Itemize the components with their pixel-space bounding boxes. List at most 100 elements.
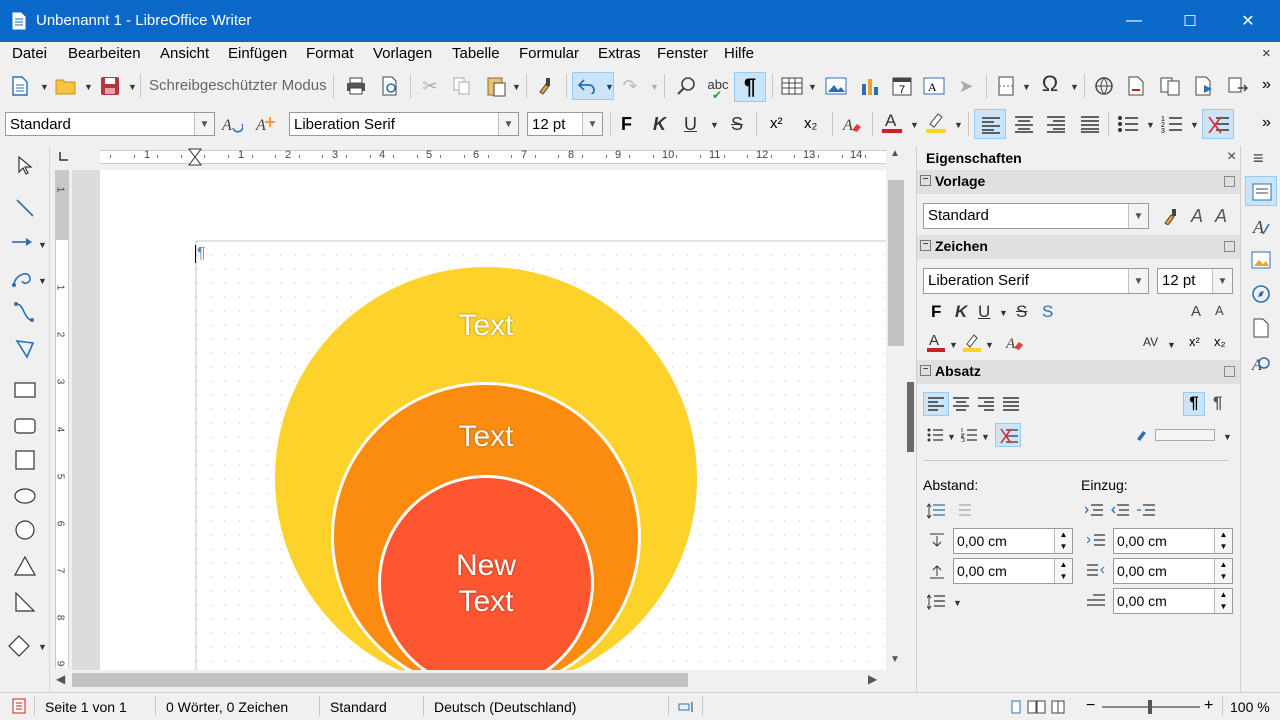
menu-fenster[interactable]: Fenster <box>657 45 708 62</box>
sidebar-italic-button[interactable]: K <box>955 302 967 322</box>
menu-ansicht[interactable]: Ansicht <box>160 45 209 62</box>
shrink-font-button[interactable]: A <box>1215 303 1224 318</box>
subscript-button[interactable]: x₂ <box>804 115 817 132</box>
circle-icon[interactable] <box>11 516 39 544</box>
page-count[interactable]: Seite 1 von 1 <box>45 699 127 715</box>
sidebar-close-button[interactable]: × <box>1227 148 1236 166</box>
sidebar-underline-button[interactable]: U <box>978 302 990 322</box>
underline-dropdown-icon[interactable]: ▼ <box>710 120 719 130</box>
menu-einfuegen[interactable]: Einfügen <box>228 45 287 62</box>
horizontal-scrollbar[interactable]: ◀ ▶ <box>50 670 886 690</box>
paste-dropdown-icon[interactable]: ▼ <box>512 82 521 92</box>
open-folder-icon[interactable] <box>52 72 80 100</box>
special-char-dropdown-icon[interactable]: ▼ <box>1070 82 1079 92</box>
vertical-ruler[interactable]: 1 1 2 3 4 5 6 7 8 9 <box>52 170 72 668</box>
redo-icon[interactable]: ↷ <box>616 72 644 100</box>
right-triangle-icon[interactable] <box>11 588 39 616</box>
sidebar-font-combo[interactable]: Liberation Serif ▼ <box>923 268 1149 294</box>
spacing-dropdown-icon[interactable]: ▼ <box>1167 340 1176 350</box>
increase-indent-icon[interactable] <box>1085 503 1103 519</box>
menu-extras[interactable]: Extras <box>598 45 641 62</box>
scroll-left-icon[interactable]: ◀ <box>56 672 65 686</box>
paragraph-bg-color-swatch[interactable] <box>1155 429 1215 441</box>
text-box-icon[interactable]: A <box>920 72 948 100</box>
more-options-icon[interactable] <box>1224 176 1235 187</box>
menu-format[interactable]: Format <box>306 45 354 62</box>
curve-tool-icon[interactable] <box>8 264 36 292</box>
undo-dropdown-icon[interactable]: ▼ <box>605 82 614 92</box>
redo-dropdown-icon[interactable]: ▼ <box>650 82 659 92</box>
sidebar-collapse-handle[interactable] <box>907 382 914 452</box>
zoom-in-button[interactable]: + <box>1204 697 1213 715</box>
ruler-corner[interactable] <box>52 146 72 168</box>
collapse-icon[interactable]: − <box>920 365 931 376</box>
sidebar-no-list-button[interactable] <box>995 423 1021 447</box>
font-color-icon[interactable]: A <box>878 108 906 136</box>
polygon-icon[interactable] <box>11 334 39 362</box>
sidebar-align-left-button[interactable] <box>923 392 949 416</box>
horizontal-scroll-thumb[interactable] <box>72 673 688 687</box>
sidebar-menu-icon[interactable]: ≡ <box>1253 148 1264 169</box>
chevron-down-icon[interactable]: ▼ <box>1128 269 1148 293</box>
stepper-icon[interactable]: ▲ ▼ <box>1054 559 1072 583</box>
scroll-right-icon[interactable]: ▶ <box>868 672 877 686</box>
triangle-icon[interactable] <box>11 552 39 580</box>
stepper-icon[interactable]: ▲ ▼ <box>1214 529 1232 553</box>
select-pointer-icon[interactable] <box>11 152 39 180</box>
after-indent-field[interactable]: 0,00 cm ▲ ▼ <box>1113 558 1233 584</box>
vertical-scroll-thumb[interactable] <box>888 180 904 346</box>
footnote-icon[interactable] <box>1122 72 1150 100</box>
new-style-icon[interactable]: A <box>252 110 280 138</box>
chevron-down-icon[interactable]: ▼ <box>582 113 602 135</box>
new-style-sidebar-icon[interactable]: A <box>1207 202 1235 230</box>
page-break-icon[interactable] <box>992 72 1020 100</box>
line-spacing-dropdown-icon[interactable]: ▼ <box>953 598 962 608</box>
align-center-icon[interactable] <box>1010 110 1038 138</box>
align-right-icon[interactable] <box>978 397 994 411</box>
justify-icon[interactable] <box>1003 397 1019 411</box>
ltr-paragraph-button[interactable]: ¶ <box>1183 392 1205 416</box>
decrease-indent-icon[interactable] <box>1111 503 1129 519</box>
paragraph-style-combo[interactable]: Standard ▼ <box>5 112 215 136</box>
toolbar-overflow-icon[interactable]: » <box>1262 76 1271 94</box>
font-color-dropdown-icon[interactable]: ▼ <box>949 340 958 350</box>
font-color-dropdown-icon[interactable]: ▼ <box>910 120 919 130</box>
arrow-dropdown-icon[interactable]: ▼ <box>38 240 47 250</box>
clone-formatting-icon[interactable] <box>532 72 560 100</box>
find-replace-icon[interactable] <box>672 72 700 100</box>
zeichen-section-header[interactable]: − Zeichen <box>917 235 1241 259</box>
strikethrough-button[interactable]: S <box>731 114 743 135</box>
menu-vorlagen[interactable]: Vorlagen <box>373 45 432 62</box>
menu-bearbeiten[interactable]: Bearbeiten <box>68 45 141 62</box>
chevron-down-icon[interactable]: ▼ <box>1212 269 1232 293</box>
collapse-icon[interactable]: − <box>920 175 931 186</box>
insert-table-icon[interactable] <box>778 72 806 100</box>
rtl-paragraph-icon[interactable]: ¶ <box>1213 393 1222 413</box>
sidebar-splitter[interactable] <box>906 146 916 692</box>
zoom-out-button[interactable]: − <box>1086 697 1095 715</box>
chevron-down-icon[interactable]: ▼ <box>194 113 214 135</box>
highlight-color-icon[interactable] <box>922 108 950 136</box>
update-style-icon[interactable]: A <box>218 110 246 138</box>
vertical-scrollbar[interactable]: ▲ ▼ <box>886 146 906 670</box>
sidebar-highlight-icon[interactable] <box>959 328 987 356</box>
bullet-dropdown-icon[interactable]: ▼ <box>1146 120 1155 130</box>
cut-icon[interactable]: ✂ <box>416 72 444 100</box>
maximize-button[interactable]: ☐ <box>1162 0 1218 42</box>
sidebar-clear-format-icon[interactable]: A <box>1001 328 1029 356</box>
sidebar-strike-button[interactable]: S <box>1016 302 1027 322</box>
rectangle-icon[interactable] <box>11 376 39 404</box>
view-layout-icons[interactable] <box>1010 700 1066 714</box>
properties-tab[interactable] <box>1245 176 1277 206</box>
line-spacing-icon[interactable] <box>927 594 945 610</box>
sidebar-bold-button[interactable]: F <box>931 302 941 322</box>
more-options-icon[interactable] <box>1224 366 1235 377</box>
vorlage-section-header[interactable]: − Vorlage <box>917 170 1241 194</box>
curve-dropdown-icon[interactable]: ▼ <box>38 276 47 286</box>
highlight-dropdown-icon[interactable]: ▼ <box>954 120 963 130</box>
formatting-marks-button[interactable]: ¶ <box>734 72 766 102</box>
increase-spacing-icon[interactable] <box>927 503 945 519</box>
zoom-level[interactable]: 100 % <box>1230 699 1270 715</box>
horizontal-ruler[interactable]: 1 1 2 3 4 5 6 7 8 9 10 11 12 13 14 <box>100 146 886 168</box>
new-document-icon[interactable] <box>6 72 34 100</box>
